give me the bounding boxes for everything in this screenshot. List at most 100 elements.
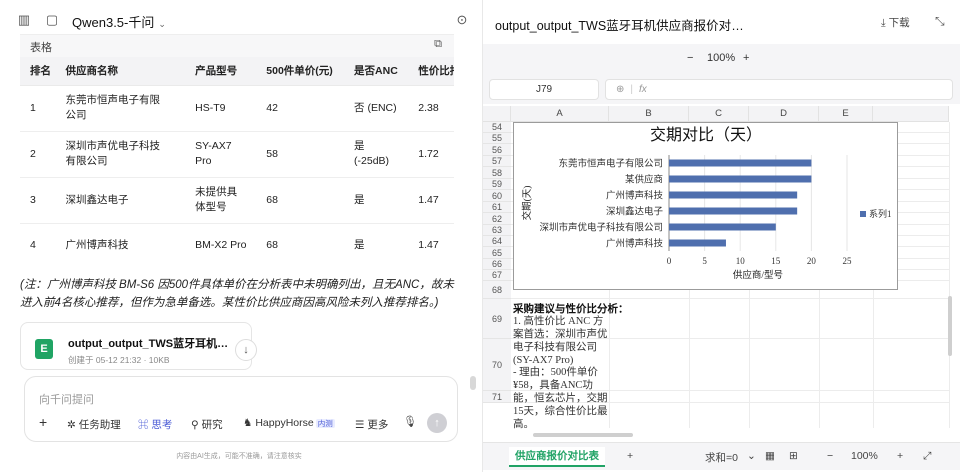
zoom-out-icon[interactable]: − xyxy=(827,450,833,462)
row-header[interactable]: 65 xyxy=(483,247,511,259)
row-header[interactable]: 56 xyxy=(483,144,511,156)
y-category-label: 深圳市声优电子科技有限公司 xyxy=(539,222,663,234)
download-icon: ⤓ xyxy=(881,17,886,29)
row-header[interactable]: 67 xyxy=(483,270,511,281)
tool-label: 思考 xyxy=(151,419,173,431)
column-header-d[interactable]: D xyxy=(749,106,819,122)
row-header[interactable]: 70 xyxy=(483,339,511,391)
bar xyxy=(669,207,798,215)
table-cell: 1.47 xyxy=(408,177,454,224)
row-header[interactable]: 63 xyxy=(483,225,511,236)
tool-task-assistant[interactable]: ✲ 任务助理 xyxy=(67,417,121,432)
horizontal-scrollbar[interactable] xyxy=(533,433,633,437)
x-tick-label: 20 xyxy=(807,256,817,266)
table-cell: SY-AX7 Pro xyxy=(185,131,257,178)
scrollbar[interactable] xyxy=(470,376,476,390)
chart-object[interactable]: 交期对比（天） 0 5 10 15 20 25 东莞市恒声电子有限公司 某供应商 广州博声科技 深圳… xyxy=(513,122,898,290)
download-label: 下载 xyxy=(888,17,910,29)
add-sheet-icon[interactable]: + xyxy=(627,450,633,462)
vertical-scrollbar[interactable] xyxy=(948,296,952,356)
column-header-a[interactable]: A xyxy=(511,106,609,122)
row-header[interactable]: 60 xyxy=(483,190,511,202)
file-name: output_output_TWS蓝牙耳机供应商报价对比表_w… xyxy=(68,338,236,350)
copy-icon[interactable]: ⧉ xyxy=(434,38,442,51)
advice-title: 采购建议与性价比分析： xyxy=(513,303,629,315)
table-cell: 4 xyxy=(20,223,56,262)
bar xyxy=(669,175,812,183)
fullscreen-icon[interactable]: ⤢ xyxy=(923,450,931,463)
zoom-formula-icon: ⊕ xyxy=(616,84,625,95)
column-header-e[interactable]: E xyxy=(819,106,873,122)
bar xyxy=(669,223,776,231)
row-header[interactable]: 71 xyxy=(483,391,511,403)
history-icon[interactable]: ⊙ xyxy=(454,12,470,28)
column-header-b[interactable]: B xyxy=(609,106,689,122)
column-header-c[interactable]: C xyxy=(689,106,749,122)
tool-more[interactable]: ☰ 更多 xyxy=(355,417,388,432)
row-header[interactable]: 68 xyxy=(483,281,511,299)
x-tick-label: 0 xyxy=(667,256,672,266)
formula-bar: J79 ⊕ | fx xyxy=(483,74,960,104)
table-cell: 深圳市声优电子科技有限公司 xyxy=(55,131,186,178)
table-cell: 是 (-25dB) xyxy=(344,131,409,178)
row-header[interactable]: 64 xyxy=(483,236,511,247)
sheet-bar: 供应商报价对比表 + 求和=0 ⌄ ▦ ⊞ − 100% + ⤢ xyxy=(483,442,960,470)
row-header[interactable]: 57 xyxy=(483,156,511,167)
normal-view-icon[interactable]: ▦ xyxy=(765,450,775,462)
composer-input[interactable]: 向千问提问 xyxy=(39,391,94,407)
legend-swatch xyxy=(860,211,866,217)
plus-icon[interactable]: + xyxy=(39,414,47,430)
composer: 向千问提问 + ✲ 任务助理 ⌘ 思考 ⚲ 研究 ♞ HappyHorse 内测 … xyxy=(24,376,458,442)
zoom-in-icon[interactable]: + xyxy=(897,450,903,462)
tool-thinking[interactable]: ⌘ 思考 xyxy=(138,417,172,432)
chevron-down-icon[interactable]: ⌄ xyxy=(747,450,756,462)
collapse-icon[interactable]: ⤡ xyxy=(935,14,945,29)
column-header: 排名 xyxy=(20,57,56,86)
y-category-label: 广州博声科技 xyxy=(606,238,664,250)
zoom-out-button[interactable]: − xyxy=(687,52,693,64)
row-header[interactable]: 58 xyxy=(483,167,511,179)
y-category-label: 东莞市恒声电子有限公司 xyxy=(558,158,663,170)
composer-tools: + ✲ 任务助理 ⌘ 思考 ⚲ 研究 ♞ HappyHorse 内测 ☰ 更多 xyxy=(25,414,459,437)
file-card[interactable]: E output_output_TWS蓝牙耳机供应商报价对比表_w… 创建于 0… xyxy=(20,322,257,370)
zoom-in-button[interactable]: + xyxy=(743,52,749,64)
divider: | xyxy=(630,84,633,95)
table-card-header: 表格 ⧉ xyxy=(20,35,454,57)
tool-research[interactable]: ⚲ 研究 xyxy=(191,417,223,432)
table-cell: 68 xyxy=(256,223,345,262)
page-view-icon[interactable]: ⊞ xyxy=(789,450,798,462)
row-header[interactable]: 69 xyxy=(483,299,511,339)
table-cell: 2 xyxy=(20,131,56,178)
row-header[interactable]: 66 xyxy=(483,259,511,270)
send-button[interactable]: ↑ xyxy=(427,413,447,433)
y-axis-label: 交期(天) xyxy=(521,186,533,221)
corner-cell[interactable] xyxy=(483,106,511,122)
column-header: 500件单价(元) xyxy=(256,57,345,86)
microphone-icon[interactable]: 🎙 xyxy=(403,415,417,428)
tool-happyhorse[interactable]: ♞ HappyHorse 内测 xyxy=(243,417,335,429)
row-header[interactable]: 62 xyxy=(483,213,511,225)
column-header-blank[interactable] xyxy=(873,106,949,122)
delivery-chart: 交期对比（天）0 5 10 15 20 25东莞市恒声电子有限公司某供应商广州博声科技深圳… xyxy=(521,125,892,281)
tool-label: HappyHorse xyxy=(255,417,314,429)
advice-item-2: - 理由：500件单价¥58，具备ANC功能，恒玄芯片，交期15天，综合性价比最… xyxy=(513,367,608,430)
row-header[interactable]: 54 xyxy=(483,122,511,133)
model-selector[interactable]: Qwen3.5-千问 ⌄ xyxy=(72,12,166,31)
table-cell: 2.38 xyxy=(408,85,454,132)
sum-readout: 求和=0 xyxy=(705,452,738,464)
new-chat-icon[interactable]: ▢ xyxy=(44,12,60,28)
scroll-down-icon[interactable]: ↓ xyxy=(235,339,257,361)
formula-input[interactable]: ⊕ | fx xyxy=(605,79,953,100)
chevron-down-icon: ⌄ xyxy=(158,19,166,29)
row-header[interactable]: 55 xyxy=(483,133,511,144)
cell-reference-box[interactable]: J79 xyxy=(489,79,599,100)
download-button[interactable]: ⤓ 下载 xyxy=(881,15,910,30)
bar xyxy=(669,191,798,199)
row-header[interactable]: 61 xyxy=(483,202,511,213)
sidebar-toggle-icon[interactable]: ▥ xyxy=(16,12,32,28)
sheet-tab[interactable]: 供应商报价对比表 xyxy=(509,447,605,467)
row-header[interactable]: 59 xyxy=(483,179,511,190)
table-label: 表格 xyxy=(30,42,52,54)
arrow-up-icon: ↑ xyxy=(434,417,440,429)
legend-label: 系列1 xyxy=(869,208,892,219)
